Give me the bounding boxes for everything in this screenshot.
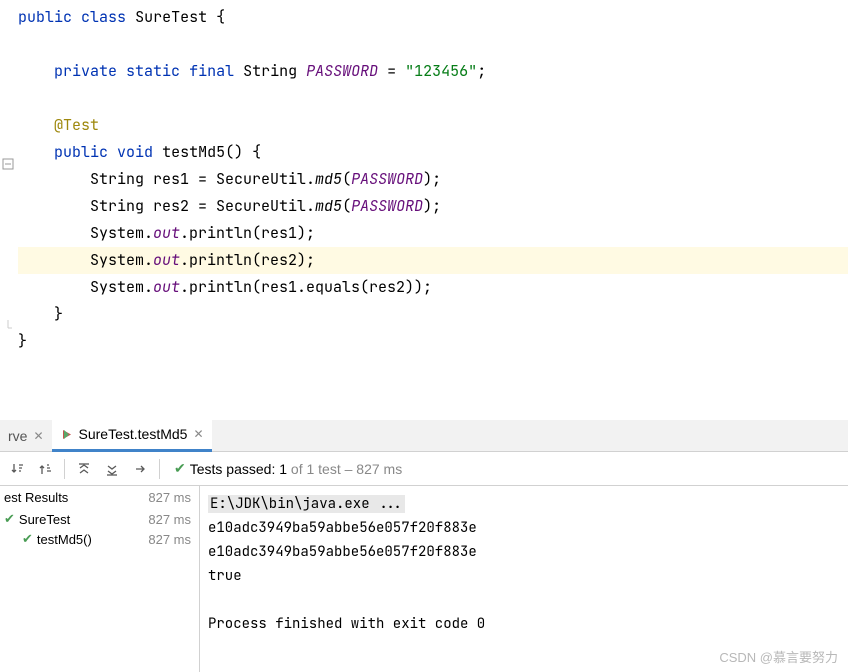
console-line: e10adc3949ba59abbe56e057f20f883e [208,540,840,564]
separator [64,459,65,479]
sort-down-button[interactable] [4,456,30,482]
check-icon: ✔ [174,460,186,477]
console-output[interactable]: E:\JDK\bin\java.exe ... e10adc3949ba59ab… [200,486,848,672]
code-line[interactable]: public void testMd5() { [18,139,848,166]
close-icon[interactable]: ✕ [193,427,203,441]
code-line[interactable] [18,85,848,112]
check-icon: ✔ [22,531,33,547]
editor-gutter [0,0,16,420]
code-line[interactable]: String res2 = SecureUtil.md5(PASSWORD); [18,193,848,220]
run-config-icon [60,428,73,441]
tree-item-label: SureTest [19,512,70,527]
tree-item-ms: 827 ms [148,532,191,547]
code-line[interactable]: System.out.println(res2); [18,247,848,274]
tab-active[interactable]: SureTest.testMd5 ✕ [52,420,212,452]
code-line[interactable]: } [18,328,848,355]
console-command: E:\JDK\bin\java.exe ... [208,492,840,516]
console-line: e10adc3949ba59abbe56e057f20f883e [208,516,840,540]
code-line[interactable]: @Test [18,112,848,139]
check-icon: ✔ [4,511,15,527]
collapse-region-end-icon[interactable] [2,320,14,332]
tree-item-label: testMd5() [37,532,92,547]
tree-header-label: est Results [4,490,68,505]
separator [159,459,160,479]
tab-label: SureTest.testMd5 [79,426,188,442]
code-line[interactable]: private static final String PASSWORD = "… [18,58,848,85]
code-line[interactable]: } [18,301,848,328]
tree-item[interactable]: ✔ SureTest 827 ms [0,509,199,529]
tree-item[interactable]: ✔ testMd5() 827 ms [0,529,199,549]
tests-passed-status: ✔ Tests passed: 1 of 1 test – 827 ms [174,460,402,477]
close-icon[interactable]: ✕ [33,429,43,443]
console-line: true [208,564,840,588]
code-line[interactable]: System.out.println(res1); [18,220,848,247]
code-content[interactable]: public class SureTest { private static f… [16,0,848,420]
expand-all-button[interactable] [71,456,97,482]
tests-passed-label: Tests passed: 1 of 1 test – 827 ms [190,461,402,477]
collapse-region-icon[interactable] [2,158,14,170]
code-line[interactable]: String res1 = SecureUtil.md5(PASSWORD); [18,166,848,193]
tab-label: rve [8,428,27,444]
console-exit-message: Process finished with exit code 0 [208,612,840,636]
run-panel-tabs: rve ✕ SureTest.testMd5 ✕ [0,420,848,452]
tree-item-ms: 827 ms [148,512,191,527]
code-line[interactable]: System.out.println(res1.equals(res2)); [18,274,848,301]
run-toolbar: ✔ Tests passed: 1 of 1 test – 827 ms [0,452,848,486]
tree-header[interactable]: est Results 827 ms [0,488,199,509]
tree-header-ms: 827 ms [148,490,191,505]
results-area: est Results 827 ms ✔ SureTest 827 ms ✔ testM… [0,486,848,672]
code-line[interactable]: public class SureTest { [18,4,848,31]
test-tree[interactable]: est Results 827 ms ✔ SureTest 827 ms ✔ testM… [0,486,200,672]
forward-button[interactable] [127,456,153,482]
collapse-all-button[interactable] [99,456,125,482]
watermark: CSDN @慕言要努力 [719,647,838,666]
sort-up-button[interactable] [32,456,58,482]
tab-inactive[interactable]: rve ✕ [0,420,52,452]
code-editor[interactable]: public class SureTest { private static f… [0,0,848,420]
code-line[interactable] [18,31,848,58]
